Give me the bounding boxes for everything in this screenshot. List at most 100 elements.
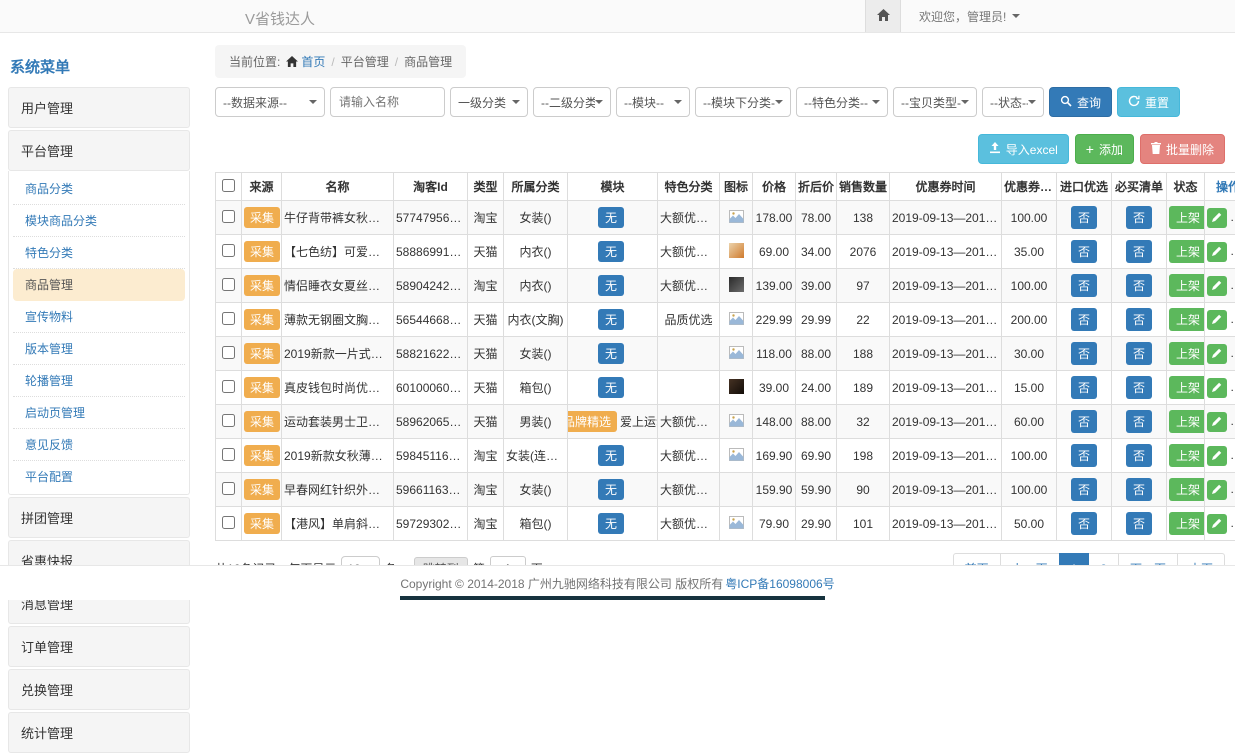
status-button[interactable]: 上架 — [1169, 342, 1205, 365]
must-buy-toggle-button[interactable]: 否 — [1126, 512, 1152, 535]
edit-button[interactable] — [1207, 242, 1227, 262]
sidebar-group-users[interactable]: 用户管理 — [8, 87, 190, 128]
imported-toggle-button[interactable]: 否 — [1071, 342, 1097, 365]
sidebar-subitem[interactable]: 商品管理 — [13, 269, 185, 301]
row-checkbox[interactable] — [222, 210, 235, 223]
sidebar-group[interactable]: 兑换管理 — [8, 669, 190, 710]
must-buy-toggle-button[interactable]: 否 — [1126, 240, 1152, 263]
filter-select[interactable]: --状态-- — [982, 87, 1044, 117]
filter-select[interactable]: 一级分类 — [450, 87, 528, 117]
sidebar-subitem[interactable]: 平台配置 — [13, 461, 185, 492]
sidebar-subitem[interactable]: 启动页管理 — [13, 397, 185, 429]
broken-image-icon — [729, 346, 744, 359]
table-row: 采集 2019新款一片式系... 588216228899 天猫 女装() 无 … — [216, 337, 1235, 371]
imported-toggle-button[interactable]: 否 — [1071, 444, 1097, 467]
imported-toggle-button[interactable]: 否 — [1071, 410, 1097, 433]
status-button[interactable]: 上架 — [1169, 478, 1205, 501]
edit-button[interactable] — [1207, 310, 1227, 330]
filter-select[interactable]: --模块下分类-- — [695, 87, 791, 117]
status-button[interactable]: 上架 — [1169, 240, 1205, 263]
column-header: 名称 — [282, 173, 394, 201]
sidebar-subitem[interactable]: 意见反馈 — [13, 429, 185, 461]
status-button[interactable]: 上架 — [1169, 444, 1205, 467]
imported-toggle-button[interactable]: 否 — [1071, 512, 1097, 535]
breadcrumb-home-link[interactable]: 首页 — [286, 53, 325, 70]
coupon-time: 2019-09-13—2019-09-18 — [890, 507, 1002, 541]
status-button[interactable]: 上架 — [1169, 410, 1205, 433]
reset-button[interactable]: 重置 — [1117, 87, 1180, 117]
coupon-amount: 100.00 — [1002, 201, 1057, 235]
must-buy-toggle-button[interactable]: 否 — [1126, 478, 1152, 501]
filter-select[interactable]: --宝贝类型-- — [893, 87, 977, 117]
must-buy-toggle-button[interactable]: 否 — [1126, 444, 1152, 467]
edit-button[interactable] — [1207, 514, 1227, 534]
filter-select[interactable]: --二级分类-- — [533, 87, 611, 117]
filter-select[interactable]: --特色分类-- — [796, 87, 888, 117]
product-name: 【七色纺】可爱纯棉家... — [282, 235, 394, 269]
sidebar-group[interactable]: 拼团管理 — [8, 497, 190, 538]
status-button[interactable]: 上架 — [1169, 512, 1205, 535]
row-checkbox[interactable] — [222, 312, 235, 325]
icp-link[interactable]: 粤ICP备16098006号 — [725, 575, 834, 592]
select-all-checkbox[interactable] — [222, 179, 235, 192]
product-type: 天猫 — [468, 235, 504, 269]
imported-toggle-button[interactable]: 否 — [1071, 308, 1097, 331]
must-buy-toggle-button[interactable]: 否 — [1126, 308, 1152, 331]
batch-delete-button[interactable]: 批量删除 — [1140, 134, 1225, 164]
column-header: 特色分类 — [658, 173, 720, 201]
sidebar-group[interactable]: 统计管理 — [8, 712, 190, 753]
home-button[interactable] — [865, 0, 901, 32]
row-checkbox[interactable] — [222, 448, 235, 461]
imported-toggle-button[interactable]: 否 — [1071, 274, 1097, 297]
sidebar-subitem[interactable]: 模块商品分类 — [13, 205, 185, 237]
products-table: 来源 名称 淘客Id 类型 所属分类 模块 特色分类 图标 价格 折后价 销售数… — [215, 172, 1235, 541]
import-excel-button[interactable]: 导入excel — [978, 134, 1069, 164]
app-header: V省钱达人 欢迎您，管理员! — [0, 0, 1235, 33]
sidebar-subitem[interactable]: 宣传物料 — [13, 301, 185, 333]
search-button[interactable]: 查询 — [1049, 87, 1112, 117]
row-checkbox[interactable] — [222, 278, 235, 291]
sidebar-subitem[interactable]: 轮播管理 — [13, 365, 185, 397]
row-checkbox[interactable] — [222, 414, 235, 427]
product-type: 天猫 — [468, 337, 504, 371]
must-buy-toggle-button[interactable]: 否 — [1126, 376, 1152, 399]
row-checkbox[interactable] — [222, 516, 235, 529]
edit-button[interactable] — [1207, 412, 1227, 432]
status-button[interactable]: 上架 — [1169, 206, 1205, 229]
must-buy-toggle-button[interactable]: 否 — [1126, 410, 1152, 433]
row-checkbox[interactable] — [222, 244, 235, 257]
user-menu[interactable]: 欢迎您，管理员! — [919, 8, 1020, 25]
filter-select[interactable]: --数据来源-- — [215, 87, 325, 117]
imported-toggle-button[interactable]: 否 — [1071, 376, 1097, 399]
chevron-down-icon — [512, 100, 520, 104]
sidebar-group[interactable]: 订单管理 — [8, 626, 190, 667]
coupon-amount: 15.00 — [1002, 371, 1057, 405]
sidebar-subitem[interactable]: 版本管理 — [13, 333, 185, 365]
imported-toggle-button[interactable]: 否 — [1071, 240, 1097, 263]
filter-select[interactable]: --模块-- — [616, 87, 690, 117]
row-checkbox[interactable] — [222, 380, 235, 393]
imported-toggle-button[interactable]: 否 — [1071, 478, 1097, 501]
name-search-input[interactable] — [330, 87, 445, 117]
edit-button[interactable] — [1207, 276, 1227, 296]
status-button[interactable]: 上架 — [1169, 376, 1205, 399]
edit-button[interactable] — [1207, 208, 1227, 228]
row-checkbox[interactable] — [222, 346, 235, 359]
edit-button[interactable] — [1207, 378, 1227, 398]
product-type: 淘宝 — [468, 269, 504, 303]
row-checkbox[interactable] — [222, 482, 235, 495]
sidebar-subitem[interactable]: 商品分类 — [13, 173, 185, 205]
imported-toggle-button[interactable]: 否 — [1071, 206, 1097, 229]
status-button[interactable]: 上架 — [1169, 274, 1205, 297]
add-button[interactable]: + 添加 — [1075, 134, 1134, 164]
edit-button[interactable] — [1207, 344, 1227, 364]
price: 39.00 — [753, 371, 796, 405]
edit-button[interactable] — [1207, 446, 1227, 466]
must-buy-toggle-button[interactable]: 否 — [1126, 206, 1152, 229]
must-buy-toggle-button[interactable]: 否 — [1126, 342, 1152, 365]
must-buy-toggle-button[interactable]: 否 — [1126, 274, 1152, 297]
sidebar-subitem[interactable]: 特色分类 — [13, 237, 185, 269]
edit-button[interactable] — [1207, 480, 1227, 500]
status-button[interactable]: 上架 — [1169, 308, 1205, 331]
sidebar-group-platform[interactable]: 平台管理 — [8, 130, 190, 171]
